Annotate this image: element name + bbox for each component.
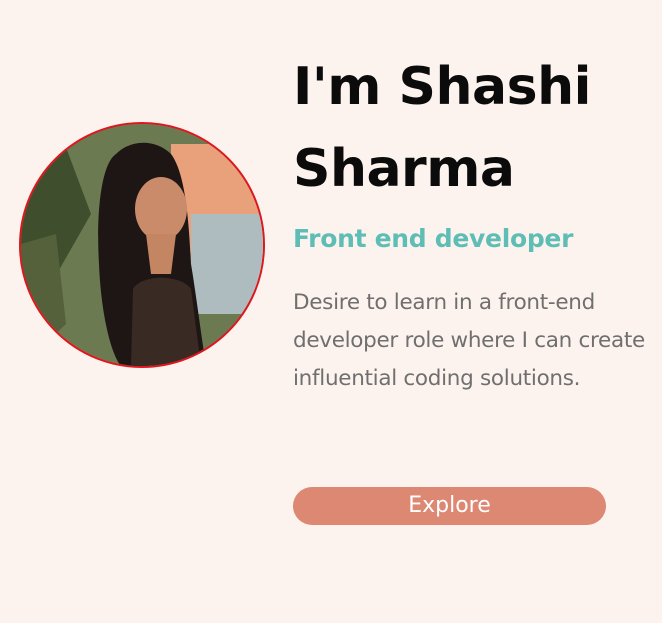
hero-title-line1: I'm Shashi	[293, 57, 591, 117]
explore-button[interactable]: Explore	[293, 487, 606, 525]
profile-photo	[19, 122, 265, 368]
hero-description: Desire to learn in a front-end developer…	[293, 290, 645, 391]
hero-title-line2: Sharma	[293, 139, 515, 199]
hero-content: I'm Shashi Sharma Front end developer De…	[293, 46, 661, 398]
portrait-illustration	[21, 124, 263, 366]
role-subtitle: Front end developer	[293, 224, 574, 253]
hero-title: I'm Shashi Sharma	[293, 46, 661, 210]
